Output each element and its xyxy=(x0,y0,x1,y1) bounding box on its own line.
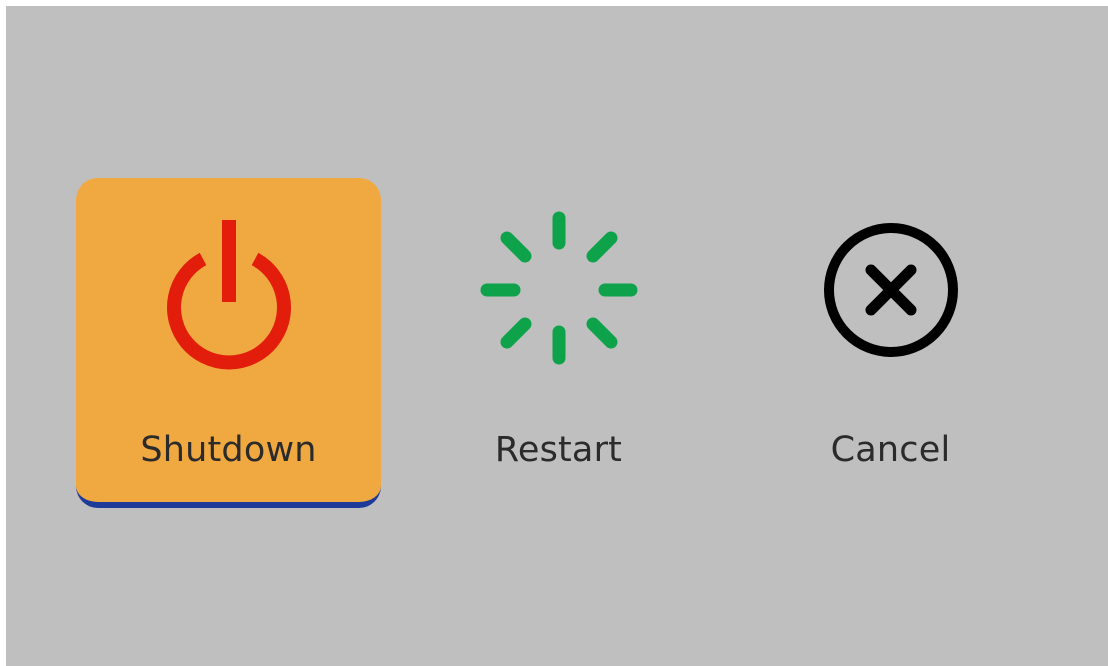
shutdown-label: Shutdown xyxy=(140,430,317,470)
restart-option[interactable]: Restart xyxy=(406,178,711,508)
spinner-icon xyxy=(479,210,639,370)
power-icon xyxy=(149,210,309,370)
cancel-option[interactable]: Cancel xyxy=(738,178,1043,508)
close-circle-icon xyxy=(811,210,971,370)
shutdown-option[interactable]: Shutdown xyxy=(76,178,381,508)
cancel-label: Cancel xyxy=(830,430,951,470)
power-options-dialog: Shutdown Restart Cancel xyxy=(6,6,1108,666)
restart-label: Restart xyxy=(494,430,623,470)
